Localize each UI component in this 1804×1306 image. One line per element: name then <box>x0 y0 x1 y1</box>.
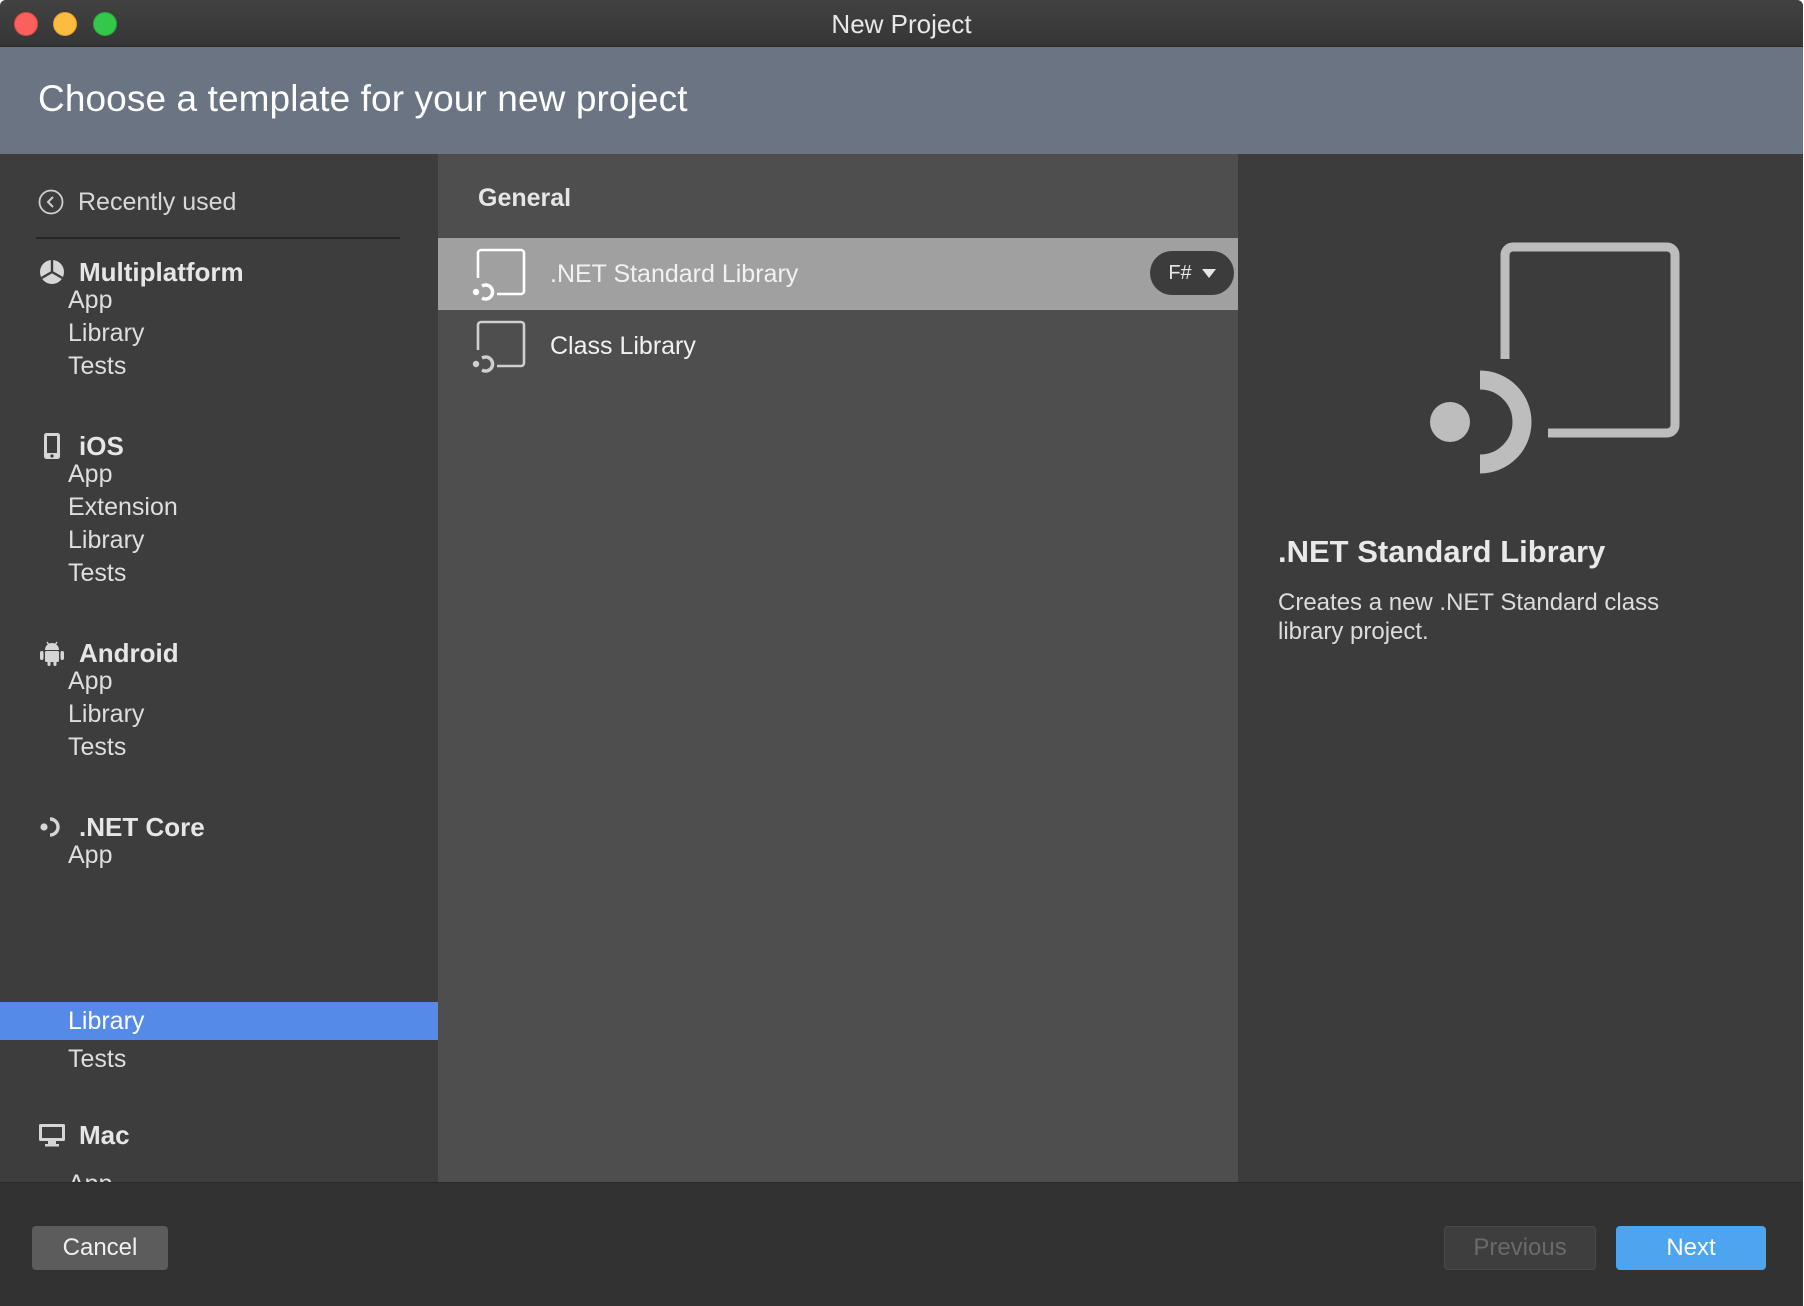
recently-used-label: Recently used <box>78 187 237 216</box>
dialog-footer: Cancel Previous Next <box>0 1182 1803 1306</box>
header-band: Choose a template for your new project <box>0 47 1803 154</box>
mac-app[interactable]: App <box>0 1165 438 1182</box>
template-preview-icon <box>1428 242 1680 499</box>
dotnet-core-tests[interactable]: Tests <box>0 1040 438 1078</box>
ios-tests[interactable]: Tests <box>0 554 438 592</box>
template-name: Class Library <box>550 332 696 360</box>
next-button[interactable]: Next <box>1616 1226 1766 1270</box>
cancel-button[interactable]: Cancel <box>32 1226 168 1270</box>
template-name: .NET Standard Library <box>550 260 799 288</box>
title-bar: New Project <box>0 0 1803 47</box>
library-template-icon <box>471 248 526 304</box>
page-title: Choose a template for your new project <box>38 78 688 119</box>
clock-icon <box>38 189 64 215</box>
recently-used-item[interactable]: Recently used <box>38 180 236 224</box>
window-title: New Project <box>831 9 972 39</box>
detail-description: Creates a new .NET Standard class librar… <box>1278 589 1660 645</box>
library-template-icon <box>471 320 526 376</box>
new-project-window: New Project Choose a template for your n… <box>0 0 1803 1306</box>
caret-down-icon <box>1201 268 1216 278</box>
category-sidebar: Recently used Multiplatform App Library … <box>0 154 438 1182</box>
category-mac[interactable]: Mac <box>38 1115 130 1155</box>
template-row-class-library[interactable]: Class Library <box>438 310 1238 382</box>
language-value: F# <box>1168 261 1192 284</box>
template-group-title: General <box>478 184 572 212</box>
language-dropdown[interactable]: F# <box>1150 251 1234 295</box>
android-tests[interactable]: Tests <box>0 728 438 766</box>
monitor-icon <box>38 1121 66 1149</box>
template-row-net-standard-library[interactable]: .NET Standard Library F# <box>438 238 1238 310</box>
sidebar-separator <box>36 237 400 239</box>
template-list: General .NET Standard Library F# Class L <box>438 154 1238 1182</box>
dotnet-core-app[interactable]: App <box>0 836 438 874</box>
dotnet-core-library[interactable]: Library <box>0 1002 438 1040</box>
previous-button[interactable]: Previous <box>1444 1226 1596 1270</box>
multiplatform-tests[interactable]: Tests <box>0 347 438 385</box>
detail-title: .NET Standard Library <box>1278 534 1606 569</box>
template-detail-pane: .NET Standard Library Creates a new .NET… <box>1238 154 1803 1182</box>
